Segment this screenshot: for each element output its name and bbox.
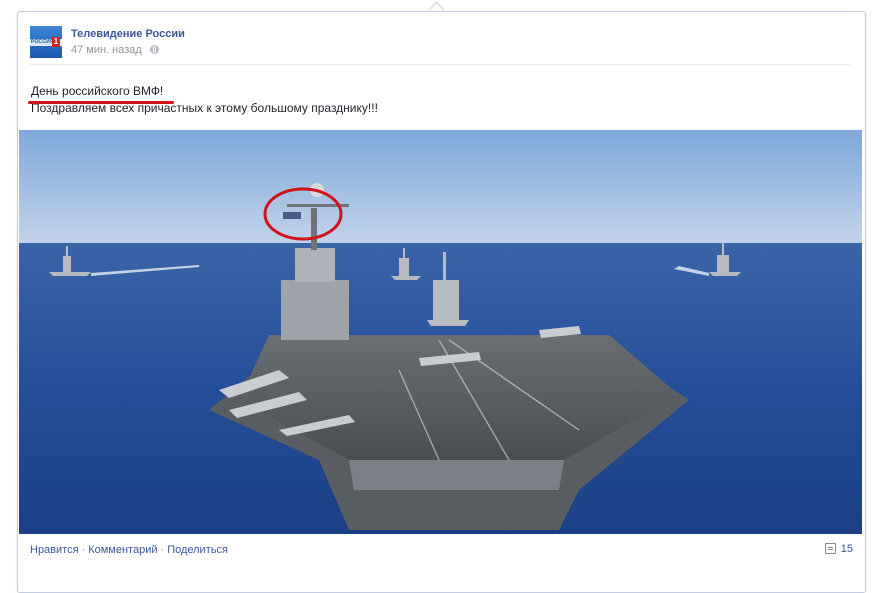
avatar-logo-number: 1 bbox=[52, 37, 60, 47]
post-text-line1-wrap: День российского ВМФ! bbox=[28, 83, 174, 104]
feed-post-card: РОССИЯ 1 Телевидение России 47 мин. наза… bbox=[17, 11, 866, 593]
header-divider bbox=[30, 64, 851, 65]
comment-count-value: 15 bbox=[840, 543, 853, 555]
comment-count[interactable]: 15 bbox=[824, 543, 853, 555]
like-link[interactable]: Нравится bbox=[30, 544, 79, 556]
action-separator: · bbox=[81, 544, 86, 556]
carrier-photo-illustration bbox=[19, 130, 862, 534]
post-photo[interactable] bbox=[19, 130, 862, 534]
carrier-bow bbox=[349, 460, 564, 490]
comment-link[interactable]: Комментарий bbox=[88, 544, 157, 556]
post-text-line1: День российского ВМФ! bbox=[31, 84, 164, 98]
action-separator: · bbox=[160, 544, 165, 556]
post-actions: Нравится · Комментарий · Поделиться bbox=[30, 544, 228, 556]
share-link[interactable]: Поделиться bbox=[167, 544, 228, 556]
page-name-link[interactable]: Телевидение России bbox=[71, 28, 185, 40]
sky bbox=[19, 130, 862, 245]
avatar-logo-text: РОССИЯ bbox=[31, 39, 54, 45]
post-text: День российского ВМФ! Поздравляем всех п… bbox=[28, 83, 378, 117]
red-underline-annotation bbox=[28, 101, 174, 104]
globe-icon bbox=[149, 45, 159, 54]
post-timestamp[interactable]: 47 мин. назад bbox=[71, 44, 142, 56]
post-meta: 47 мин. назад bbox=[71, 44, 159, 56]
comment-icon bbox=[824, 543, 836, 554]
page-avatar[interactable]: РОССИЯ 1 bbox=[30, 26, 62, 58]
